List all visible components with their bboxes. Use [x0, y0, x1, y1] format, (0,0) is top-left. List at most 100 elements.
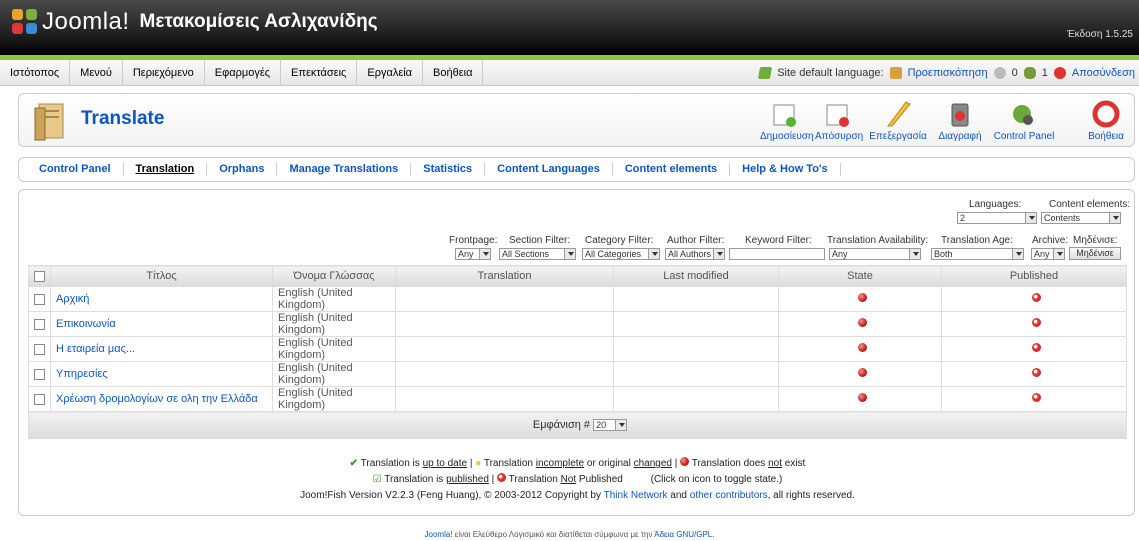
translation-availability-select[interactable]: Any — [829, 248, 921, 260]
lifebuoy-icon — [1090, 100, 1122, 128]
messages-count[interactable]: 0 — [1012, 67, 1018, 79]
submenu-translation[interactable]: Translation — [124, 163, 208, 176]
section-filter-value: All Sections — [502, 249, 550, 259]
menu-item-content[interactable]: Περιεχόμενο — [123, 59, 205, 86]
author-filter-value: All Authors — [668, 249, 712, 259]
submenu-control-panel[interactable]: Control Panel — [27, 163, 124, 176]
unpublish-button[interactable]: Απόσυρση — [815, 100, 863, 142]
think-network-link[interactable]: Think Network — [604, 490, 668, 501]
delete-button[interactable]: Διαγραφή — [936, 100, 984, 142]
published-cell — [941, 386, 1127, 412]
row-checkbox[interactable] — [34, 318, 45, 330]
legend-text: not — [768, 458, 782, 469]
archive-value: Any — [1034, 249, 1050, 259]
row-checkbox-cell — [28, 361, 51, 387]
title-link[interactable]: Η εταιρεία μας... — [56, 343, 135, 355]
edit-button[interactable]: Επεξεργασία — [868, 100, 928, 142]
keyword-filter-input[interactable] — [729, 248, 825, 260]
row-checkbox[interactable] — [34, 368, 45, 380]
trash-icon — [944, 100, 976, 128]
author-filter-select[interactable]: All Authors — [665, 248, 725, 260]
title-link[interactable]: Αρχική — [56, 293, 89, 305]
submenu-manage-translations[interactable]: Manage Translations — [277, 163, 412, 176]
language-cell: English (United Kingdom) — [272, 361, 396, 387]
legend-text: (Click on icon to toggle state.) — [650, 474, 783, 485]
menu-item-site[interactable]: Ιστότοπος — [0, 59, 71, 86]
submenu-orphans[interactable]: Orphans — [207, 163, 278, 176]
menu-item-menus[interactable]: Μενού — [70, 59, 123, 86]
row-checkbox[interactable] — [34, 343, 45, 355]
row-checkbox[interactable] — [34, 293, 45, 305]
state-cell — [778, 286, 942, 312]
not-published-icon[interactable] — [1032, 393, 1041, 402]
reset-button[interactable]: Μηδένισε — [1069, 247, 1121, 260]
frontpage-select[interactable]: Any — [455, 248, 491, 260]
last-modified-cell — [613, 361, 779, 387]
menu-item-extensions[interactable]: Επεκτάσεις — [281, 59, 358, 86]
preview-icon — [889, 66, 902, 79]
not-published-icon[interactable] — [1032, 368, 1041, 377]
select-all-header — [28, 265, 51, 287]
archive-select[interactable]: Any — [1031, 248, 1065, 260]
row-checkbox[interactable] — [34, 393, 45, 405]
title-header[interactable]: Τίτλος — [50, 265, 273, 287]
last-modified-header[interactable]: Last modified — [613, 265, 779, 287]
title-link[interactable]: Χρέωση δρομολογίων σε ολη την Ελλάδα — [56, 393, 258, 405]
red-dot-icon — [680, 457, 690, 466]
languages-value: 2 — [960, 213, 966, 223]
not-published-icon[interactable] — [1032, 293, 1041, 302]
preview-link[interactable]: Προεπισκόπηση — [908, 67, 988, 79]
not-published-icon[interactable] — [1032, 318, 1041, 327]
control-panel-button[interactable]: Control Panel — [991, 100, 1057, 142]
submenu-statistics[interactable]: Statistics — [411, 163, 486, 176]
content-elements-select[interactable]: Contents — [1041, 212, 1121, 224]
submenu-content-languages[interactable]: Content Languages — [485, 163, 613, 176]
title-link[interactable]: Επικοινωνία — [56, 318, 116, 330]
published-header[interactable]: Published — [941, 265, 1127, 287]
publish-icon — [769, 100, 801, 128]
languages-select[interactable]: 2 — [957, 212, 1037, 224]
row-checkbox-cell — [28, 311, 51, 337]
translation-cell — [395, 361, 614, 387]
not-published-icon[interactable] — [1032, 343, 1041, 352]
section-filter-select[interactable]: All Sections — [499, 248, 576, 260]
joomla-logo[interactable]: Joomla! Μετακομίσεις Ασλιχανίδης — [12, 8, 378, 36]
translation-not-exist-icon — [858, 318, 867, 327]
translation-header[interactable]: Translation — [395, 265, 614, 287]
gpl-license-link[interactable]: Άδεια GNU/GPL — [654, 530, 712, 539]
menu-item-help[interactable]: Βοήθεια — [423, 59, 484, 86]
legend-text: changed — [633, 458, 672, 469]
published-check-icon: ☑ — [372, 474, 382, 485]
category-filter-select[interactable]: All Categories — [582, 248, 660, 260]
title-link[interactable]: Υπηρεσίες — [56, 368, 108, 380]
logout-icon — [1053, 66, 1066, 79]
copyright-text: , all rights reserved. — [767, 490, 855, 501]
title-cell: Επικοινωνία — [50, 311, 273, 337]
users-count[interactable]: 1 — [1042, 67, 1048, 79]
pagination-cell: Εμφάνιση # 20 — [28, 411, 1127, 439]
translation-age-select[interactable]: Both — [931, 248, 1024, 260]
legend-text: Published — [578, 474, 623, 485]
logo-text: Joomla! — [42, 8, 130, 35]
publish-button[interactable]: Δημοσίευση — [760, 100, 814, 142]
menu-item-tools[interactable]: Εργαλεία — [357, 59, 424, 86]
legend-text: Translation — [483, 458, 533, 469]
chevron-down-icon — [564, 249, 575, 259]
display-number-value: 20 — [596, 420, 607, 431]
submenu-help[interactable]: Help & How To's — [730, 163, 841, 176]
row-checkbox-cell — [28, 386, 51, 412]
help-button[interactable]: Βοήθεια — [1083, 100, 1129, 142]
logout-link[interactable]: Αποσύνδεση — [1072, 67, 1135, 79]
language-name-header[interactable]: Όνομα Γλώσσας — [272, 265, 396, 287]
table-row: Υπηρεσίες English (United Kingdom) — [28, 361, 1127, 387]
menu-item-components[interactable]: Εφαρμογές — [205, 59, 282, 86]
joomla-link[interactable]: Joomla! — [425, 530, 453, 539]
chevron-down-icon — [479, 249, 490, 259]
select-all-checkbox[interactable] — [34, 270, 45, 282]
chevron-down-icon — [648, 249, 659, 259]
other-contributors-link[interactable]: other contributors — [690, 490, 768, 501]
display-number-select[interactable]: 20 — [593, 419, 628, 432]
submenu-content-elements[interactable]: Content elements — [613, 163, 731, 176]
site-default-language-label: Site default language: — [777, 66, 884, 79]
state-header[interactable]: State — [778, 265, 942, 287]
